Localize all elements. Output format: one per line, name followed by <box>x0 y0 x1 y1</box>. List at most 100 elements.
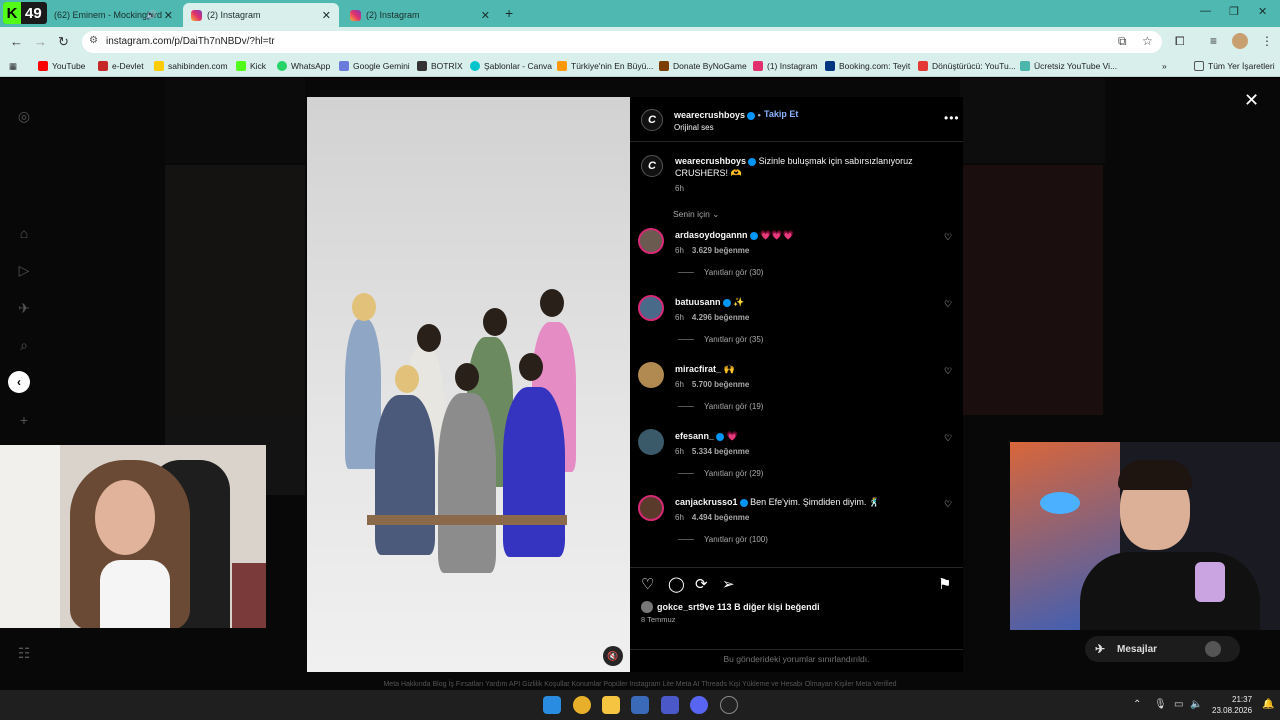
notifications-icon[interactable]: 🔔 <box>1262 699 1274 710</box>
more-options-icon[interactable]: ••• <box>944 111 960 125</box>
app-icon[interactable] <box>720 696 738 714</box>
like-comment-icon[interactable]: ♡ <box>944 433 952 444</box>
minimize-icon[interactable]: — <box>1200 5 1211 17</box>
author-avatar[interactable]: C <box>641 109 663 131</box>
like-comment-icon[interactable]: ♡ <box>944 499 952 510</box>
photo-subject <box>417 324 441 352</box>
repost-icon[interactable]: ⟳ <box>695 575 708 593</box>
like-comment-icon[interactable]: ♡ <box>944 366 952 377</box>
site-info-icon[interactable]: ⚙ <box>89 35 98 46</box>
door <box>0 445 60 628</box>
microphone-icon[interactable]: 🎙 <box>1154 699 1167 710</box>
caption-author[interactable]: wearecrushboys <box>675 156 746 166</box>
media-control-icon[interactable]: ≡ <box>1210 34 1217 48</box>
bookmark-sahibinden[interactable]: sahibinden.com <box>154 61 228 71</box>
tab-title: (2) Instagram <box>207 10 261 20</box>
address-bar[interactable]: ⚙ instagram.com/p/DaiTh7nNBDv/?hl=tr ⧉ ☆ <box>82 31 1162 53</box>
tab-eminem[interactable]: (62) Eminem - Mockingbird 🔊 ✕ <box>46 3 181 27</box>
view-replies-button[interactable]: Yanıtları gör (19) <box>678 402 763 411</box>
bookmark-whatsapp[interactable]: WhatsApp <box>277 61 330 71</box>
share-icon[interactable]: ➢ <box>722 575 735 593</box>
all-bookmarks[interactable]: Tüm Yer İşaretleri <box>1194 61 1275 71</box>
close-modal-icon[interactable]: ✕ <box>1244 90 1259 111</box>
commenter-username[interactable]: ardasoydogannn 💗💗💗 <box>675 230 794 241</box>
post-media[interactable]: 🔇 <box>307 97 630 672</box>
tab-instagram-2[interactable]: (2) Instagram ✕ <box>342 3 498 27</box>
bookmark-star-icon[interactable]: ☆ <box>1142 34 1153 48</box>
menu-icon[interactable]: ⋮ <box>1261 34 1273 48</box>
bookmark-botrix[interactable]: BOTRİX <box>417 61 463 71</box>
network-icon[interactable]: ▭ <box>1174 699 1183 710</box>
commenter-avatar[interactable] <box>638 362 664 388</box>
commenter-username[interactable]: miracfirat_ 🙌 <box>675 364 735 375</box>
commenter-avatar[interactable] <box>638 429 664 455</box>
view-replies-button[interactable]: Yanıtları gör (30) <box>678 268 763 277</box>
bookmark-gemini[interactable]: Google Gemini <box>339 61 410 71</box>
like-comment-icon[interactable]: ♡ <box>944 299 952 310</box>
reload-icon[interactable]: ↻ <box>58 34 69 50</box>
commenter-avatar[interactable] <box>638 295 664 321</box>
close-window-icon[interactable]: ✕ <box>1258 5 1267 18</box>
follow-button[interactable]: Takip Et <box>764 109 798 119</box>
bookmarks-overflow-icon[interactable]: » <box>1162 61 1167 71</box>
bookmark-converter[interactable]: Dönüştürücü: YouTu... <box>918 61 1016 71</box>
file-explorer-icon[interactable] <box>602 696 620 714</box>
url-text[interactable]: instagram.com/p/DaiTh7nNBDv/?hl=tr <box>106 36 275 47</box>
extensions-icon[interactable]: ⧠ <box>1175 34 1185 49</box>
view-replies-button[interactable]: Yanıtları gör (35) <box>678 335 763 344</box>
bookmark-youtube[interactable]: YouTube <box>38 61 85 71</box>
caption-author-avatar[interactable]: C <box>641 155 663 177</box>
bookmark-booking[interactable]: Booking.com: Teyit <box>825 61 910 71</box>
speaker-icon[interactable]: 🔊 <box>146 10 157 21</box>
like-comment-icon[interactable]: ♡ <box>944 232 952 243</box>
commenter-avatar[interactable] <box>638 228 664 254</box>
likes-summary[interactable]: gokce_srt9 ve 113 B diğer kişi beğendi <box>641 601 820 613</box>
bookmark-turkiye[interactable]: Türkiye'nin En Büyü... <box>557 61 653 71</box>
start-icon[interactable] <box>543 696 561 714</box>
new-tab-icon[interactable]: + <box>505 5 513 21</box>
apps-icon[interactable]: ▦ <box>9 61 17 72</box>
profile-avatar[interactable] <box>1232 33 1248 49</box>
microphone <box>1195 562 1225 602</box>
commenter-username[interactable]: batuusann ✨ <box>675 297 744 308</box>
audio-label[interactable]: Orijinal ses <box>674 123 714 132</box>
previous-post-button[interactable]: ‹ <box>8 371 30 393</box>
view-replies-button[interactable]: Yanıtları gör (29) <box>678 469 763 478</box>
view-replies-button[interactable]: Yanıtları gör (100) <box>678 535 768 544</box>
bookmark-youtube-free[interactable]: Ücretsiz YouTube Vi... <box>1020 61 1117 71</box>
bookmark-bynogame[interactable]: Donate ByNoGame <box>659 61 747 71</box>
cast-icon[interactable]: ⧉ <box>1118 34 1127 49</box>
bookmark-kick[interactable]: Kick <box>236 61 266 71</box>
forward-icon[interactable]: → <box>34 34 47 49</box>
close-tab-icon[interactable]: ✕ <box>481 9 490 22</box>
caption-time: 6h <box>675 184 684 193</box>
steam-icon[interactable] <box>631 696 649 714</box>
close-tab-icon[interactable]: ✕ <box>322 9 331 22</box>
instagram-footer: Meta Hakkında Blog İş Fırsatları Yardım … <box>383 681 897 688</box>
bookmark-canva[interactable]: Şablonlar - Canva <box>470 61 552 71</box>
app-icon[interactable] <box>661 696 679 714</box>
messages-button[interactable]: ✈ Mesajlar <box>1085 636 1240 662</box>
bookmark-instagram[interactable]: (1) Instagram <box>753 61 818 71</box>
author-username[interactable]: wearecrushboys • <box>674 110 761 120</box>
back-icon[interactable]: ← <box>10 34 23 49</box>
commenter-avatar[interactable] <box>638 495 664 521</box>
comment-sort-dropdown[interactable]: Senin için ⌄ <box>673 209 719 220</box>
chrome-icon[interactable] <box>573 696 591 714</box>
bookmark-edevlet[interactable]: e-Devlet <box>98 61 144 71</box>
commenter-username[interactable]: canjackrusso1 Ben Efe'yim. Şimdiden diyi… <box>675 497 880 508</box>
commenter-username[interactable]: efesann_ 💗 <box>675 431 738 442</box>
volume-icon[interactable]: 🔈 <box>1190 699 1202 710</box>
like-icon[interactable]: ♡ <box>641 575 654 593</box>
comment-meta: 6h 5.700 beğenme <box>675 380 750 389</box>
comment-icon[interactable]: ◯ <box>668 575 685 593</box>
tab-instagram-active[interactable]: (2) Instagram ✕ <box>183 3 339 27</box>
close-tab-icon[interactable]: ✕ <box>164 9 173 22</box>
clock[interactable]: 21:37 23.08.2026 <box>1212 694 1252 716</box>
discord-icon[interactable] <box>690 696 708 714</box>
tray-overflow-icon[interactable]: ⌃ <box>1133 699 1141 710</box>
maximize-icon[interactable]: ❐ <box>1229 5 1239 18</box>
kick-counter-badge: K 49 <box>3 2 47 24</box>
mute-icon[interactable]: 🔇 <box>603 646 623 666</box>
save-icon[interactable]: ⚑ <box>938 575 951 593</box>
